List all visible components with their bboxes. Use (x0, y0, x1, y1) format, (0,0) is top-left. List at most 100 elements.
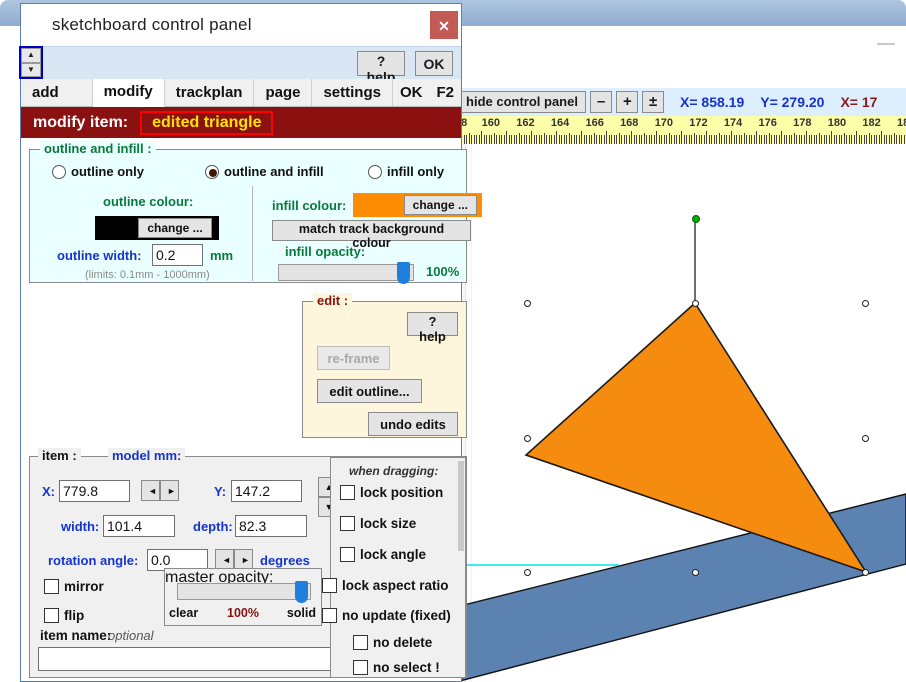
zoom-out-button[interactable]: – (590, 91, 612, 113)
help-button[interactable]: ? help (357, 51, 405, 85)
ruler-tick (503, 135, 505, 144)
depth-input[interactable] (235, 515, 307, 537)
edit-outline-button[interactable]: edit outline... (317, 379, 422, 403)
close-icon[interactable]: ✕ (430, 11, 458, 39)
ruler-tick (638, 135, 640, 144)
ruler-tick (463, 135, 465, 144)
ruler-tick (861, 135, 862, 144)
no-select-row[interactable]: no select ! (353, 660, 440, 675)
master-opacity-slider-thumb[interactable] (295, 581, 308, 603)
no-update-row[interactable]: no update (fixed) (322, 608, 451, 623)
ruler-tick (811, 135, 812, 144)
undo-edits-button[interactable]: undo edits (368, 412, 458, 436)
resize-handle-middle-left[interactable] (524, 435, 531, 442)
item-panel-scrollbar[interactable] (458, 461, 464, 551)
no-delete-checkbox[interactable] (353, 635, 368, 650)
ruler-tick (783, 135, 785, 144)
outline-width-input[interactable] (152, 244, 203, 266)
resize-handle-middle-right[interactable] (862, 435, 869, 442)
tab-settings[interactable]: settings (312, 79, 393, 106)
resize-handle-top-center[interactable] (692, 300, 699, 307)
lock-position-checkbox[interactable] (340, 485, 355, 500)
mirror-checkbox-row[interactable]: mirror (44, 579, 104, 594)
rotation-increment-button[interactable]: ► (234, 549, 253, 570)
lock-position-row[interactable]: lock position (340, 485, 443, 500)
tab-f2[interactable]: F2 (429, 79, 461, 106)
ruler-tick (856, 131, 857, 144)
tab-bar: add item modify trackplan page settings … (21, 79, 461, 128)
flip-checkbox[interactable] (44, 608, 59, 623)
resize-handle-bottom-center[interactable] (692, 569, 699, 576)
ruler-tick (558, 135, 560, 144)
ruler-tick (843, 133, 845, 144)
re-frame-button[interactable]: re-frame (317, 346, 390, 370)
radio-outline-only[interactable]: outline only (52, 164, 144, 179)
x-increment-button[interactable]: ► (160, 480, 179, 501)
lock-aspect-ratio-row[interactable]: lock aspect ratio (322, 578, 449, 593)
hide-control-panel-button[interactable]: hide control panel (458, 91, 586, 113)
tab-modify[interactable]: modify (92, 79, 165, 107)
radio-outline-and-infill[interactable]: outline and infill (205, 164, 324, 179)
panel-size-stepper[interactable]: ▲ ▼ (19, 46, 43, 79)
ruler-tick (586, 135, 587, 144)
ruler-tick (713, 135, 715, 144)
rotation-unit-label: degrees (260, 553, 310, 568)
resize-handle-bottom-left[interactable] (524, 569, 531, 576)
resize-handle-top-left[interactable] (524, 300, 531, 307)
tab-page[interactable]: page (254, 79, 313, 106)
ruler-tick (528, 135, 530, 144)
ok-button[interactable]: OK (415, 51, 453, 76)
zoom-fit-button[interactable]: ± (642, 91, 664, 113)
x-decrement-button[interactable]: ◄ (141, 480, 160, 501)
infill-opacity-slider-thumb[interactable] (397, 262, 410, 284)
outline-colour-change-button[interactable]: change ... (138, 218, 212, 238)
x-input[interactable] (59, 480, 130, 502)
ruler-tick (471, 135, 472, 144)
stepper-up-icon[interactable]: ▲ (21, 48, 41, 63)
width-input[interactable] (103, 515, 175, 537)
ruler-tick (743, 133, 745, 144)
y-input[interactable] (231, 480, 302, 502)
lock-aspect-ratio-checkbox[interactable] (322, 578, 337, 593)
lock-angle-row[interactable]: lock angle (340, 547, 426, 562)
edit-help-button[interactable]: ? help (407, 312, 458, 344)
lock-aspect-ratio-label: lock aspect ratio (342, 578, 449, 593)
ruler-tick (706, 131, 707, 144)
flip-checkbox-row[interactable]: flip (44, 608, 84, 623)
ruler-tick (468, 133, 470, 144)
zoom-in-button[interactable]: + (616, 91, 638, 113)
no-select-checkbox[interactable] (353, 660, 368, 675)
infill-opacity-slider[interactable] (278, 262, 414, 284)
ruler-tick (618, 133, 620, 144)
no-update-checkbox[interactable] (322, 608, 337, 623)
ruler-tick (716, 135, 717, 144)
ruler-tick (646, 135, 647, 144)
tab-add-item[interactable]: add item (21, 79, 93, 128)
no-delete-row[interactable]: no delete (353, 635, 432, 650)
tab-trackplan[interactable]: trackplan (164, 79, 255, 106)
ruler-tick (648, 135, 650, 144)
mirror-checkbox[interactable] (44, 579, 59, 594)
lock-size-checkbox[interactable] (340, 516, 355, 531)
resize-handle-top-right[interactable] (862, 300, 869, 307)
depth-label: depth: (193, 519, 233, 534)
tab-ok[interactable]: OK (392, 79, 430, 106)
ruler-label: 166 (585, 117, 604, 129)
radio-infill-only[interactable]: infill only (368, 164, 444, 179)
master-opacity-slider[interactable] (177, 581, 311, 603)
ruler-tick (548, 135, 550, 144)
lock-size-row[interactable]: lock size (340, 516, 416, 531)
ruler-tick (538, 135, 540, 144)
item-name-input[interactable] (38, 647, 338, 671)
drawing-canvas[interactable] (456, 144, 906, 682)
lock-angle-checkbox[interactable] (340, 547, 355, 562)
stepper-down-icon[interactable]: ▼ (21, 62, 41, 77)
canvas-toolbar: hide control panel – + ± X= 858.19 Y= 27… (456, 88, 906, 116)
resize-handle-bottom-right[interactable] (862, 569, 869, 576)
rotation-decrement-button[interactable]: ◄ (215, 549, 234, 570)
infill-colour-change-button[interactable]: change ... (403, 195, 477, 215)
ruler-tick (508, 135, 510, 144)
match-track-background-colour-button[interactable]: match track background colour (272, 220, 471, 250)
ruler-tick (516, 135, 517, 144)
rotation-handle[interactable] (692, 215, 700, 223)
